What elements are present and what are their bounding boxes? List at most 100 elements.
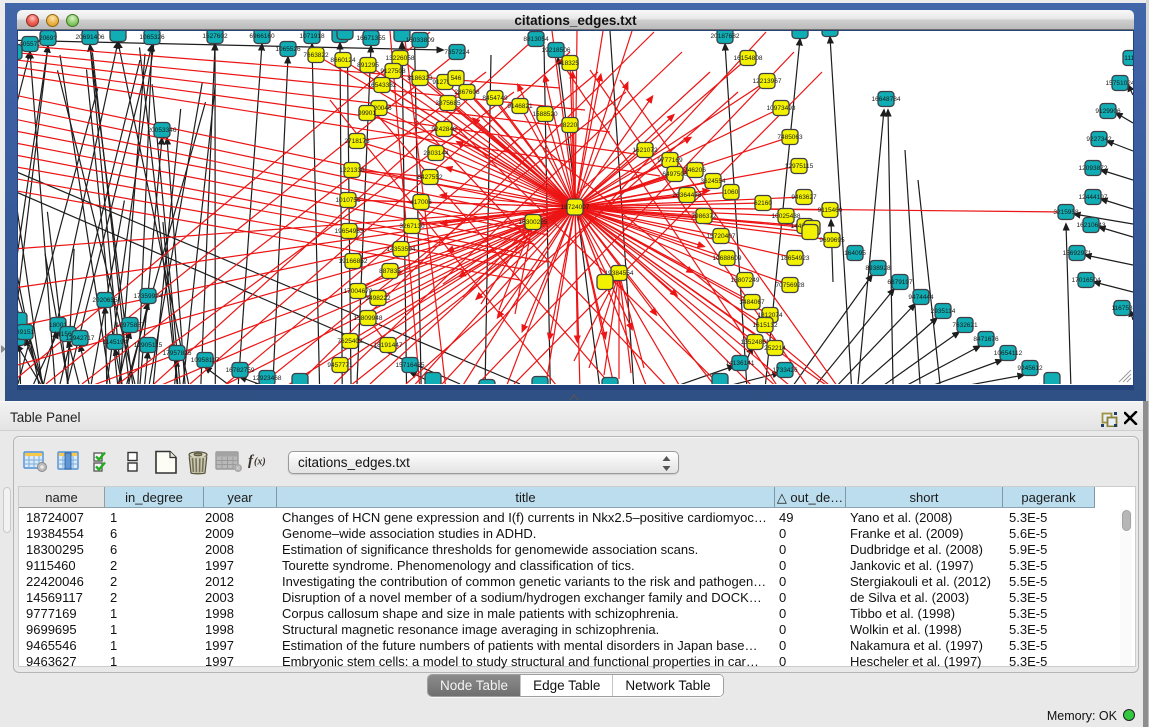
svg-text:12905115: 12905115 xyxy=(134,342,163,349)
svg-text:17359924: 17359924 xyxy=(134,293,163,300)
svg-text:15809948: 15809948 xyxy=(354,315,383,322)
svg-text:12942717: 12942717 xyxy=(66,335,95,342)
svg-text:19218506: 19218506 xyxy=(542,47,571,54)
svg-text:99901: 99901 xyxy=(358,110,376,117)
svg-text:746206: 746206 xyxy=(684,167,706,174)
svg-text:10973493: 10973493 xyxy=(767,105,796,112)
svg-text:3498222: 3498222 xyxy=(365,295,391,302)
svg-text:546: 546 xyxy=(451,75,462,82)
svg-text:1733426: 1733426 xyxy=(772,367,798,374)
svg-text:1527602: 1527602 xyxy=(202,33,228,40)
svg-text:9777169: 9777169 xyxy=(657,157,683,164)
svg-text:19654983: 19654983 xyxy=(335,228,364,235)
svg-text:20691406: 20691406 xyxy=(76,34,105,41)
svg-text:7663822: 7663822 xyxy=(303,52,329,59)
svg-text:18654923: 18654923 xyxy=(781,255,810,262)
svg-text:116753: 116753 xyxy=(1111,305,1133,312)
svg-text:14353594: 14353594 xyxy=(387,246,416,253)
svg-text:12213967: 12213967 xyxy=(753,78,782,85)
svg-text:2020655: 2020655 xyxy=(92,297,118,304)
svg-text:12975115: 12975115 xyxy=(785,163,814,170)
svg-text:14136141: 14136141 xyxy=(726,360,755,367)
svg-text:18191447: 18191447 xyxy=(374,342,403,349)
svg-text:7485063: 7485063 xyxy=(777,134,803,141)
svg-text:18300295: 18300295 xyxy=(519,219,548,226)
svg-text:3484067: 3484067 xyxy=(739,299,765,306)
svg-text:1117: 1117 xyxy=(1124,55,1133,62)
svg-text:17957825: 17957825 xyxy=(163,350,192,357)
svg-text:7632621: 7632621 xyxy=(952,322,978,329)
svg-text:13226058: 13226058 xyxy=(386,55,415,62)
svg-text:15692971: 15692971 xyxy=(1063,250,1092,257)
svg-text:3875685: 3875685 xyxy=(435,100,461,107)
svg-text:17016504: 17016504 xyxy=(1072,277,1101,284)
svg-text:1621072: 1621072 xyxy=(632,147,658,154)
svg-text:20364436: 20364436 xyxy=(673,192,702,199)
svg-text:10688609: 10688609 xyxy=(713,255,742,262)
svg-text:9242848: 9242848 xyxy=(431,126,457,133)
svg-text:20187682: 20187682 xyxy=(711,33,740,40)
svg-text:417006: 417006 xyxy=(410,199,432,206)
svg-text:18724007: 18724007 xyxy=(561,204,590,211)
svg-text:7625402: 7625402 xyxy=(337,338,363,345)
svg-text:8813054: 8813054 xyxy=(523,36,549,43)
svg-text:8186323: 8186323 xyxy=(407,75,433,82)
svg-text:8660124: 8660124 xyxy=(330,57,356,64)
svg-text:8427552: 8427552 xyxy=(417,174,443,181)
svg-text:891295: 891295 xyxy=(357,62,379,69)
svg-text:19166852: 19166852 xyxy=(339,258,368,265)
svg-text:2069?: 2069? xyxy=(39,35,57,42)
svg-text:12093872: 12093872 xyxy=(1079,165,1108,172)
svg-text:252214: 252214 xyxy=(764,345,786,352)
svg-text:9129906: 9129906 xyxy=(1095,108,1121,115)
svg-text:62160: 62160 xyxy=(754,200,772,207)
svg-text:10654112: 10654112 xyxy=(994,350,1023,357)
svg-text:1615132: 1615132 xyxy=(752,322,778,329)
svg-text:2803144: 2803144 xyxy=(423,150,449,157)
svg-text:10958117: 10958117 xyxy=(191,357,220,364)
svg-text:164095: 164095 xyxy=(844,250,866,257)
svg-text:9127508: 9127508 xyxy=(380,68,406,75)
svg-text:2867608: 2867608 xyxy=(454,89,480,96)
svg-text:10025438: 10025438 xyxy=(772,213,801,220)
svg-text:39151: 39151 xyxy=(18,329,34,336)
svg-text:9463627: 9463627 xyxy=(791,194,817,201)
svg-text:1010755: 1010755 xyxy=(335,197,361,204)
svg-text:16033809: 16033809 xyxy=(406,37,435,44)
svg-text:9227342: 9227342 xyxy=(1086,136,1112,143)
svg-text:3267130: 3267130 xyxy=(399,223,425,230)
svg-text:2718176: 2718176 xyxy=(344,138,370,145)
svg-text:1145194: 1145194 xyxy=(103,339,128,346)
svg-text:8938928: 8938928 xyxy=(865,265,891,272)
svg-text:3624554: 3624554 xyxy=(700,178,726,185)
svg-text:18807249: 18807249 xyxy=(731,277,760,284)
svg-text:9115460: 9115460 xyxy=(818,207,843,214)
svg-text:(x): (x) xyxy=(254,457,266,468)
svg-text:15720407: 15720407 xyxy=(707,233,736,240)
svg-text:1588520: 1588520 xyxy=(532,111,558,118)
svg-text:6966160: 6966160 xyxy=(249,33,275,40)
svg-text:7357224: 7357224 xyxy=(444,49,470,56)
svg-text:2935114: 2935114 xyxy=(931,308,956,315)
svg-text:70756928: 70756928 xyxy=(776,282,805,289)
svg-text:12444197: 12444197 xyxy=(1079,194,1108,201)
svg-text:12923468: 12923468 xyxy=(253,375,282,382)
svg-text:20053346: 20053346 xyxy=(148,127,177,134)
svg-text:8454749: 8454749 xyxy=(482,95,508,102)
svg-text:1071918: 1071918 xyxy=(299,33,325,40)
svg-text:16671355: 16671355 xyxy=(357,35,386,42)
svg-text:1221336: 1221336 xyxy=(339,167,365,174)
svg-text:9474444: 9474444 xyxy=(908,294,934,301)
svg-text:9146821: 9146821 xyxy=(507,103,533,110)
svg-text:16543382: 16543382 xyxy=(368,82,397,89)
svg-text:16782759: 16782759 xyxy=(226,367,255,374)
svg-text:17004678: 17004678 xyxy=(344,288,373,295)
svg-text:15751024: 15751024 xyxy=(1106,80,1133,87)
svg-text:3215958: 3215958 xyxy=(1053,209,1079,216)
svg-text:1065326: 1065326 xyxy=(139,34,165,41)
svg-text:15975887: 15975887 xyxy=(116,322,145,329)
svg-text:18325: 18325 xyxy=(561,60,579,67)
svg-text:6879197: 6879197 xyxy=(887,279,913,286)
svg-text:9699695: 9699695 xyxy=(819,237,845,244)
svg-text:16154808: 16154808 xyxy=(734,55,763,62)
